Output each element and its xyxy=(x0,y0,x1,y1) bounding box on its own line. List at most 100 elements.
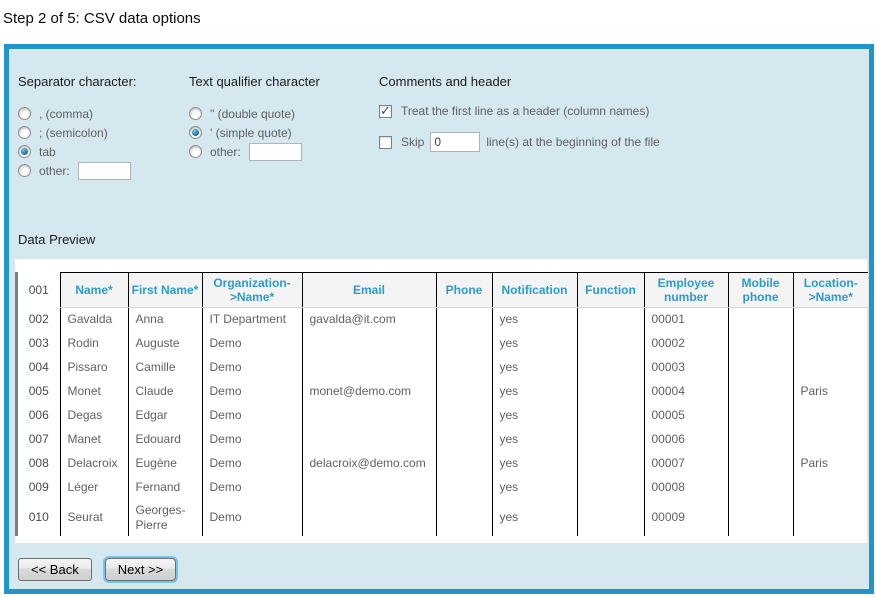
table-cell: Manet xyxy=(60,428,128,452)
separator-other-input[interactable] xyxy=(78,162,131,180)
column-header: Notification xyxy=(492,273,577,308)
table-cell: Demo xyxy=(202,380,302,404)
radio-icon[interactable] xyxy=(18,107,31,120)
qualifier-option-double-quote[interactable]: " (double quote) xyxy=(189,104,379,123)
page-title: Step 2 of 5: CSV data options xyxy=(3,10,876,34)
checkbox-icon[interactable] xyxy=(379,105,392,118)
csv-options-panel: Separator character: , (comma) ; (semico… xyxy=(4,44,874,594)
separator-option-other[interactable]: other: xyxy=(18,161,189,180)
preview-table-wrapper: 001 Name*First Name*Organization->Name*E… xyxy=(15,272,867,536)
table-cell xyxy=(302,500,436,536)
column-header: Name* xyxy=(60,273,128,308)
table-cell xyxy=(302,476,436,500)
table-cell xyxy=(577,428,644,452)
table-cell xyxy=(436,380,492,404)
table-row: 005MonetClaudeDemomonet@demo.comyes00004… xyxy=(18,380,868,404)
radio-icon[interactable] xyxy=(18,145,31,158)
table-cell: yes xyxy=(492,332,577,356)
separator-option-tab[interactable]: tab xyxy=(18,142,189,161)
qualifier-option-simple-quote[interactable]: ' (simple quote) xyxy=(189,123,379,142)
table-cell: 00009 xyxy=(644,500,728,536)
table-cell xyxy=(577,500,644,536)
table-cell xyxy=(728,500,793,536)
column-header: Function xyxy=(577,273,644,308)
table-cell: Edgar xyxy=(128,404,202,428)
table-cell xyxy=(728,356,793,380)
table-cell: IT Department xyxy=(202,308,302,332)
qualifier-option-other[interactable]: other: xyxy=(189,142,379,161)
table-cell: Delacroix xyxy=(60,452,128,476)
first-line-header-option[interactable]: Treat the first line as a header (column… xyxy=(379,104,869,118)
table-cell: Gavalda xyxy=(60,308,128,332)
table-cell: Paris xyxy=(793,380,868,404)
table-cell xyxy=(436,476,492,500)
row-number: 003 xyxy=(18,332,60,356)
back-button[interactable]: << Back xyxy=(18,558,92,581)
table-cell: yes xyxy=(492,476,577,500)
table-cell xyxy=(793,332,868,356)
column-header: Location->Name* xyxy=(793,273,868,308)
row-number: 004 xyxy=(18,356,60,380)
radio-icon[interactable] xyxy=(18,126,31,139)
table-cell xyxy=(728,380,793,404)
wizard-buttons: << Back Next >> xyxy=(18,558,176,581)
table-cell: yes xyxy=(492,380,577,404)
table-cell xyxy=(436,356,492,380)
table-cell xyxy=(436,452,492,476)
table-cell: Demo xyxy=(202,452,302,476)
table-cell xyxy=(577,380,644,404)
skip-label-before: Skip xyxy=(401,135,424,149)
radio-label: ; (semicolon) xyxy=(39,126,108,140)
skip-lines-input[interactable] xyxy=(430,132,480,152)
table-cell: Edouard xyxy=(128,428,202,452)
table-cell xyxy=(793,356,868,380)
preview-table: 001 Name*First Name*Organization->Name*E… xyxy=(18,272,868,536)
table-cell: Demo xyxy=(202,332,302,356)
table-cell xyxy=(793,476,868,500)
radio-icon[interactable] xyxy=(189,107,202,120)
qualifier-other-input[interactable] xyxy=(249,143,302,161)
separator-option-semicolon[interactable]: ; (semicolon) xyxy=(18,123,189,142)
table-cell: 00004 xyxy=(644,380,728,404)
next-button[interactable]: Next >> xyxy=(105,558,177,581)
radio-icon[interactable] xyxy=(18,164,31,177)
table-cell: Demo xyxy=(202,428,302,452)
checkbox-icon[interactable] xyxy=(379,136,392,149)
radio-icon[interactable] xyxy=(189,126,202,139)
table-cell xyxy=(728,332,793,356)
table-cell xyxy=(302,428,436,452)
table-cell: yes xyxy=(492,500,577,536)
comments-group: Comments and header Treat the first line… xyxy=(379,74,869,166)
table-cell xyxy=(793,500,868,536)
separator-option-comma[interactable]: , (comma) xyxy=(18,104,189,123)
table-cell: Léger xyxy=(60,476,128,500)
row-number: 009 xyxy=(18,476,60,500)
table-cell: 00007 xyxy=(644,452,728,476)
table-cell: yes xyxy=(492,404,577,428)
table-cell xyxy=(728,476,793,500)
data-preview-title: Data Preview xyxy=(18,232,869,247)
table-cell: monet@demo.com xyxy=(302,380,436,404)
separator-group: Separator character: , (comma) ; (semico… xyxy=(18,74,189,180)
radio-label: other: xyxy=(210,145,241,159)
radio-label: other: xyxy=(39,164,70,178)
table-row: 002GavaldaAnnaIT Departmentgavalda@it.co… xyxy=(18,308,868,332)
table-cell: 00008 xyxy=(644,476,728,500)
column-header: Email xyxy=(302,273,436,308)
table-cell: gavalda@it.com xyxy=(302,308,436,332)
skip-lines-option[interactable]: Skip line(s) at the beginning of the fil… xyxy=(379,132,869,152)
table-cell: yes xyxy=(492,428,577,452)
radio-icon[interactable] xyxy=(189,145,202,158)
table-cell xyxy=(302,404,436,428)
table-cell: Auguste xyxy=(128,332,202,356)
column-header: Organization->Name* xyxy=(202,273,302,308)
table-cell: Anna xyxy=(128,308,202,332)
table-cell: Eugène xyxy=(128,452,202,476)
table-cell: Seurat xyxy=(60,500,128,536)
data-preview-panel: 001 Name*First Name*Organization->Name*E… xyxy=(15,259,867,543)
row-number: 001 xyxy=(18,273,60,308)
table-cell xyxy=(577,308,644,332)
table-row: 003RodinAugusteDemoyes00002 xyxy=(18,332,868,356)
table-cell xyxy=(728,308,793,332)
table-cell: Paris xyxy=(793,452,868,476)
